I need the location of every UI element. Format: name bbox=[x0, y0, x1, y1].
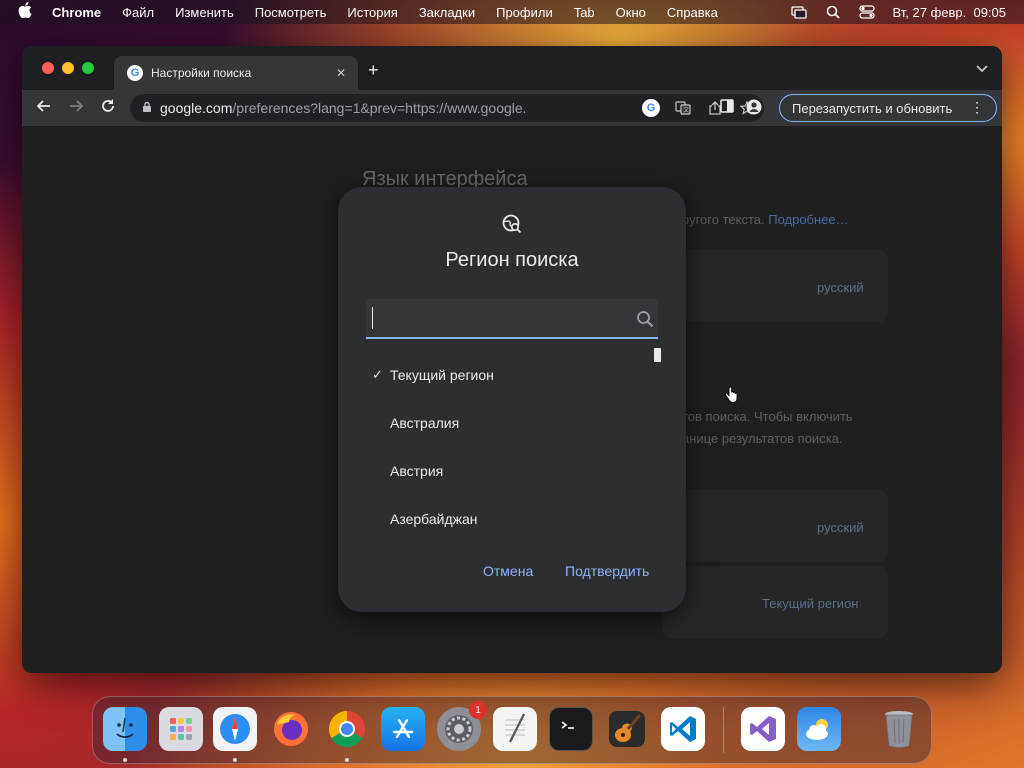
menu-tab[interactable]: Tab bbox=[574, 5, 595, 20]
bg-text-2: тов поиска. Чтобы включить bbox=[682, 409, 853, 424]
minimize-window-button[interactable] bbox=[62, 62, 74, 74]
finder-running-indicator bbox=[123, 758, 127, 762]
bg-value-language: русский bbox=[817, 280, 864, 295]
dock-separator bbox=[723, 707, 724, 753]
relaunch-update-button[interactable]: Перезапустить и обновить ⋮ bbox=[779, 94, 997, 122]
tab-close-icon[interactable]: ✕ bbox=[336, 66, 346, 80]
terminal-icon[interactable] bbox=[549, 707, 593, 751]
region-option-label: Австрия bbox=[390, 463, 444, 479]
menu-view[interactable]: Посмотреть bbox=[255, 5, 327, 20]
search-icon[interactable] bbox=[636, 310, 654, 328]
safari-running-indicator bbox=[233, 758, 237, 762]
side-panel-icon[interactable] bbox=[720, 99, 734, 120]
region-option-australia[interactable]: Австралия bbox=[366, 399, 656, 447]
new-tab-button[interactable]: + bbox=[368, 60, 379, 81]
settings-notification-badge: 1 bbox=[469, 701, 487, 719]
more-menu-icon[interactable]: ⋮ bbox=[970, 99, 984, 116]
back-button[interactable] bbox=[36, 98, 52, 119]
finder-icon[interactable] bbox=[103, 707, 147, 751]
garageband-icon[interactable] bbox=[605, 707, 649, 751]
chrome-icon[interactable] bbox=[325, 707, 369, 751]
forward-button[interactable] bbox=[68, 98, 84, 119]
region-search-input[interactable] bbox=[372, 307, 612, 329]
bg-value-region: Текущий регион bbox=[762, 596, 859, 611]
region-option-label: Австралия bbox=[390, 415, 460, 431]
reload-button[interactable] bbox=[100, 98, 116, 119]
confirm-button[interactable]: Подтвердить bbox=[565, 561, 649, 581]
bg-value-results-language: русский bbox=[817, 520, 864, 535]
menu-datetime[interactable]: Вт, 27 февр. 09:05 bbox=[893, 5, 1006, 20]
relaunch-label: Перезапустить и обновить bbox=[792, 100, 953, 116]
region-option-current[interactable]: ✓ Текущий регион bbox=[366, 351, 656, 399]
weather-icon[interactable] bbox=[797, 707, 841, 751]
textedit-icon[interactable] bbox=[493, 707, 537, 751]
safari-icon[interactable] bbox=[213, 707, 257, 751]
tab-search-chevron-icon[interactable] bbox=[976, 62, 988, 76]
region-option-azerbaijan[interactable]: Азербайджан bbox=[366, 495, 656, 543]
menu-window[interactable]: Окно bbox=[616, 5, 646, 20]
profile-avatar-icon[interactable] bbox=[746, 99, 762, 120]
region-option-austria[interactable]: Австрия bbox=[366, 447, 656, 495]
launchpad-icon[interactable] bbox=[159, 707, 203, 751]
app-store-icon[interactable] bbox=[381, 707, 425, 751]
visual-studio-icon[interactable] bbox=[741, 707, 785, 751]
cancel-button[interactable]: Отмена bbox=[483, 561, 533, 581]
control-center-icon[interactable] bbox=[858, 5, 875, 19]
close-window-button[interactable] bbox=[42, 62, 54, 74]
chrome-running-indicator bbox=[345, 758, 349, 762]
dock: 1 bbox=[92, 696, 932, 764]
lock-icon[interactable] bbox=[142, 101, 152, 116]
menu-edit[interactable]: Изменить bbox=[175, 5, 234, 20]
vscode-icon[interactable] bbox=[661, 707, 705, 751]
firefox-icon[interactable] bbox=[269, 707, 313, 751]
tab-title: Настройки поиска bbox=[151, 66, 252, 80]
bg-text-1-content: ругого текста. bbox=[682, 212, 765, 227]
tab-strip: G Настройки поиска ✕ + bbox=[22, 46, 1002, 90]
region-list: ✓ Текущий регион Австралия Австрия Азерб… bbox=[366, 351, 656, 543]
spotlight-search-icon[interactable] bbox=[825, 5, 841, 19]
menu-bar: Chrome Файл Изменить Посмотреть История … bbox=[0, 0, 1024, 24]
google-lens-icon[interactable]: G bbox=[642, 99, 660, 117]
menu-help[interactable]: Справка bbox=[667, 5, 718, 20]
region-option-label: Текущий регион bbox=[390, 367, 494, 383]
screen-mirroring-icon[interactable] bbox=[790, 5, 807, 19]
learn-more-link[interactable]: Подробнее… bbox=[768, 212, 848, 227]
menu-bookmarks[interactable]: Закладки bbox=[419, 5, 475, 20]
browser-toolbar: google.com /preferences?lang=1&prev=http… bbox=[22, 90, 1002, 126]
translate-icon[interactable]: 文 bbox=[674, 99, 692, 117]
zoom-window-button[interactable] bbox=[82, 62, 94, 74]
url-host: google.com bbox=[160, 100, 233, 116]
menu-history[interactable]: История bbox=[347, 5, 397, 20]
tab-search-settings[interactable]: G Настройки поиска ✕ bbox=[114, 56, 358, 90]
region-option-label: Азербайджан bbox=[390, 511, 478, 527]
dialog-title: Регион поиска bbox=[445, 249, 579, 271]
region-search-box[interactable] bbox=[366, 299, 658, 339]
svg-text:文: 文 bbox=[683, 106, 689, 114]
checkmark-icon: ✓ bbox=[372, 367, 383, 382]
google-favicon-icon: G bbox=[127, 65, 143, 81]
url-path: /preferences?lang=1&prev=https://www.goo… bbox=[232, 100, 529, 116]
menu-file[interactable]: Файл bbox=[122, 5, 154, 20]
system-settings-icon[interactable]: 1 bbox=[437, 701, 487, 751]
bg-text-3: анице результатов поиска. bbox=[682, 431, 843, 446]
globe-search-icon bbox=[502, 214, 522, 234]
trash-icon[interactable] bbox=[877, 707, 921, 751]
apple-icon[interactable] bbox=[18, 2, 36, 22]
menu-app-name[interactable]: Chrome bbox=[52, 5, 101, 20]
bg-text-1: ругого текста. Подробнее… bbox=[682, 212, 849, 227]
menu-profiles[interactable]: Профили bbox=[496, 5, 553, 20]
address-bar[interactable]: google.com /preferences?lang=1&prev=http… bbox=[130, 94, 764, 122]
search-region-dialog: Регион поиска ✓ Текущий регион Австралия… bbox=[338, 187, 686, 612]
hand-cursor-icon bbox=[724, 386, 738, 409]
